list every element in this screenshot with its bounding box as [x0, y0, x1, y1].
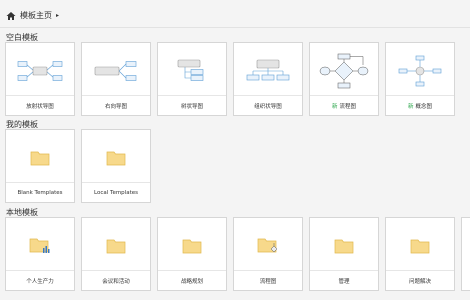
folder-chart-icon: [6, 218, 74, 273]
template-card-management[interactable]: 管理: [309, 217, 379, 291]
template-card-label: 新 流程图: [310, 95, 378, 115]
template-card-label: Blank Templates: [6, 182, 74, 202]
template-card-local-folder[interactable]: Local Templates: [81, 129, 151, 203]
template-card-label: 个人生产力: [6, 270, 74, 290]
template-card-label: 树状导图: [158, 95, 226, 115]
template-card-label: 问题解决: [386, 270, 454, 290]
template-card-radial[interactable]: 放射状导图: [5, 42, 75, 116]
template-card-blank-folder[interactable]: Blank Templates: [5, 129, 75, 203]
template-card-flowchart-folder[interactable]: 流程图: [233, 217, 303, 291]
page-title: 模板主页: [20, 11, 52, 20]
folder-icon: [158, 218, 226, 273]
template-card-label: 会议和活动: [82, 270, 150, 290]
folder-icon: [310, 218, 378, 273]
breadcrumb: 模板主页 ▸: [6, 10, 59, 21]
folder-icon: [6, 130, 74, 185]
folder-icon: [82, 218, 150, 273]
template-card-label: 战略规划: [158, 270, 226, 290]
org-chart-icon: [234, 43, 302, 98]
template-card-label: 放射状导图: [6, 95, 74, 115]
template-card-label: Local Templates: [82, 182, 150, 202]
new-badge: 新: [407, 103, 414, 110]
folder-icon: [386, 218, 454, 273]
template-card-label: 右向导图: [82, 95, 150, 115]
template-card-right[interactable]: 右向导图: [81, 42, 151, 116]
template-card-partial[interactable]: [461, 217, 470, 291]
folder-icon: [82, 130, 150, 185]
template-card-problem-solving[interactable]: 问题解决: [385, 217, 455, 291]
template-card-label: 管理: [310, 270, 378, 290]
new-badge: 新: [331, 103, 338, 110]
template-card-label: 流程图: [234, 270, 302, 290]
template-card-tree[interactable]: 树状导图: [157, 42, 227, 116]
right-mindmap-icon: [82, 43, 150, 98]
template-card-productivity[interactable]: 个人生产力: [5, 217, 75, 291]
home-icon[interactable]: [6, 11, 16, 21]
concept-map-icon: [386, 43, 454, 98]
chevron-right-icon[interactable]: ▸: [56, 12, 59, 19]
flowchart-icon: [310, 43, 378, 98]
radial-mindmap-icon: [6, 43, 74, 98]
template-card-strategy[interactable]: 战略规划: [157, 217, 227, 291]
template-card-meetings[interactable]: 会议和活动: [81, 217, 151, 291]
template-card-label: 新 概念图: [386, 95, 454, 115]
template-card-flowchart[interactable]: 新 流程图: [309, 42, 379, 116]
divider: [0, 27, 470, 28]
tree-chart-icon: [158, 43, 226, 98]
template-card-concept[interactable]: 新 概念图: [385, 42, 455, 116]
template-card-label: 组织状导图: [234, 95, 302, 115]
folder-flow-icon: [234, 218, 302, 273]
template-card-org[interactable]: 组织状导图: [233, 42, 303, 116]
